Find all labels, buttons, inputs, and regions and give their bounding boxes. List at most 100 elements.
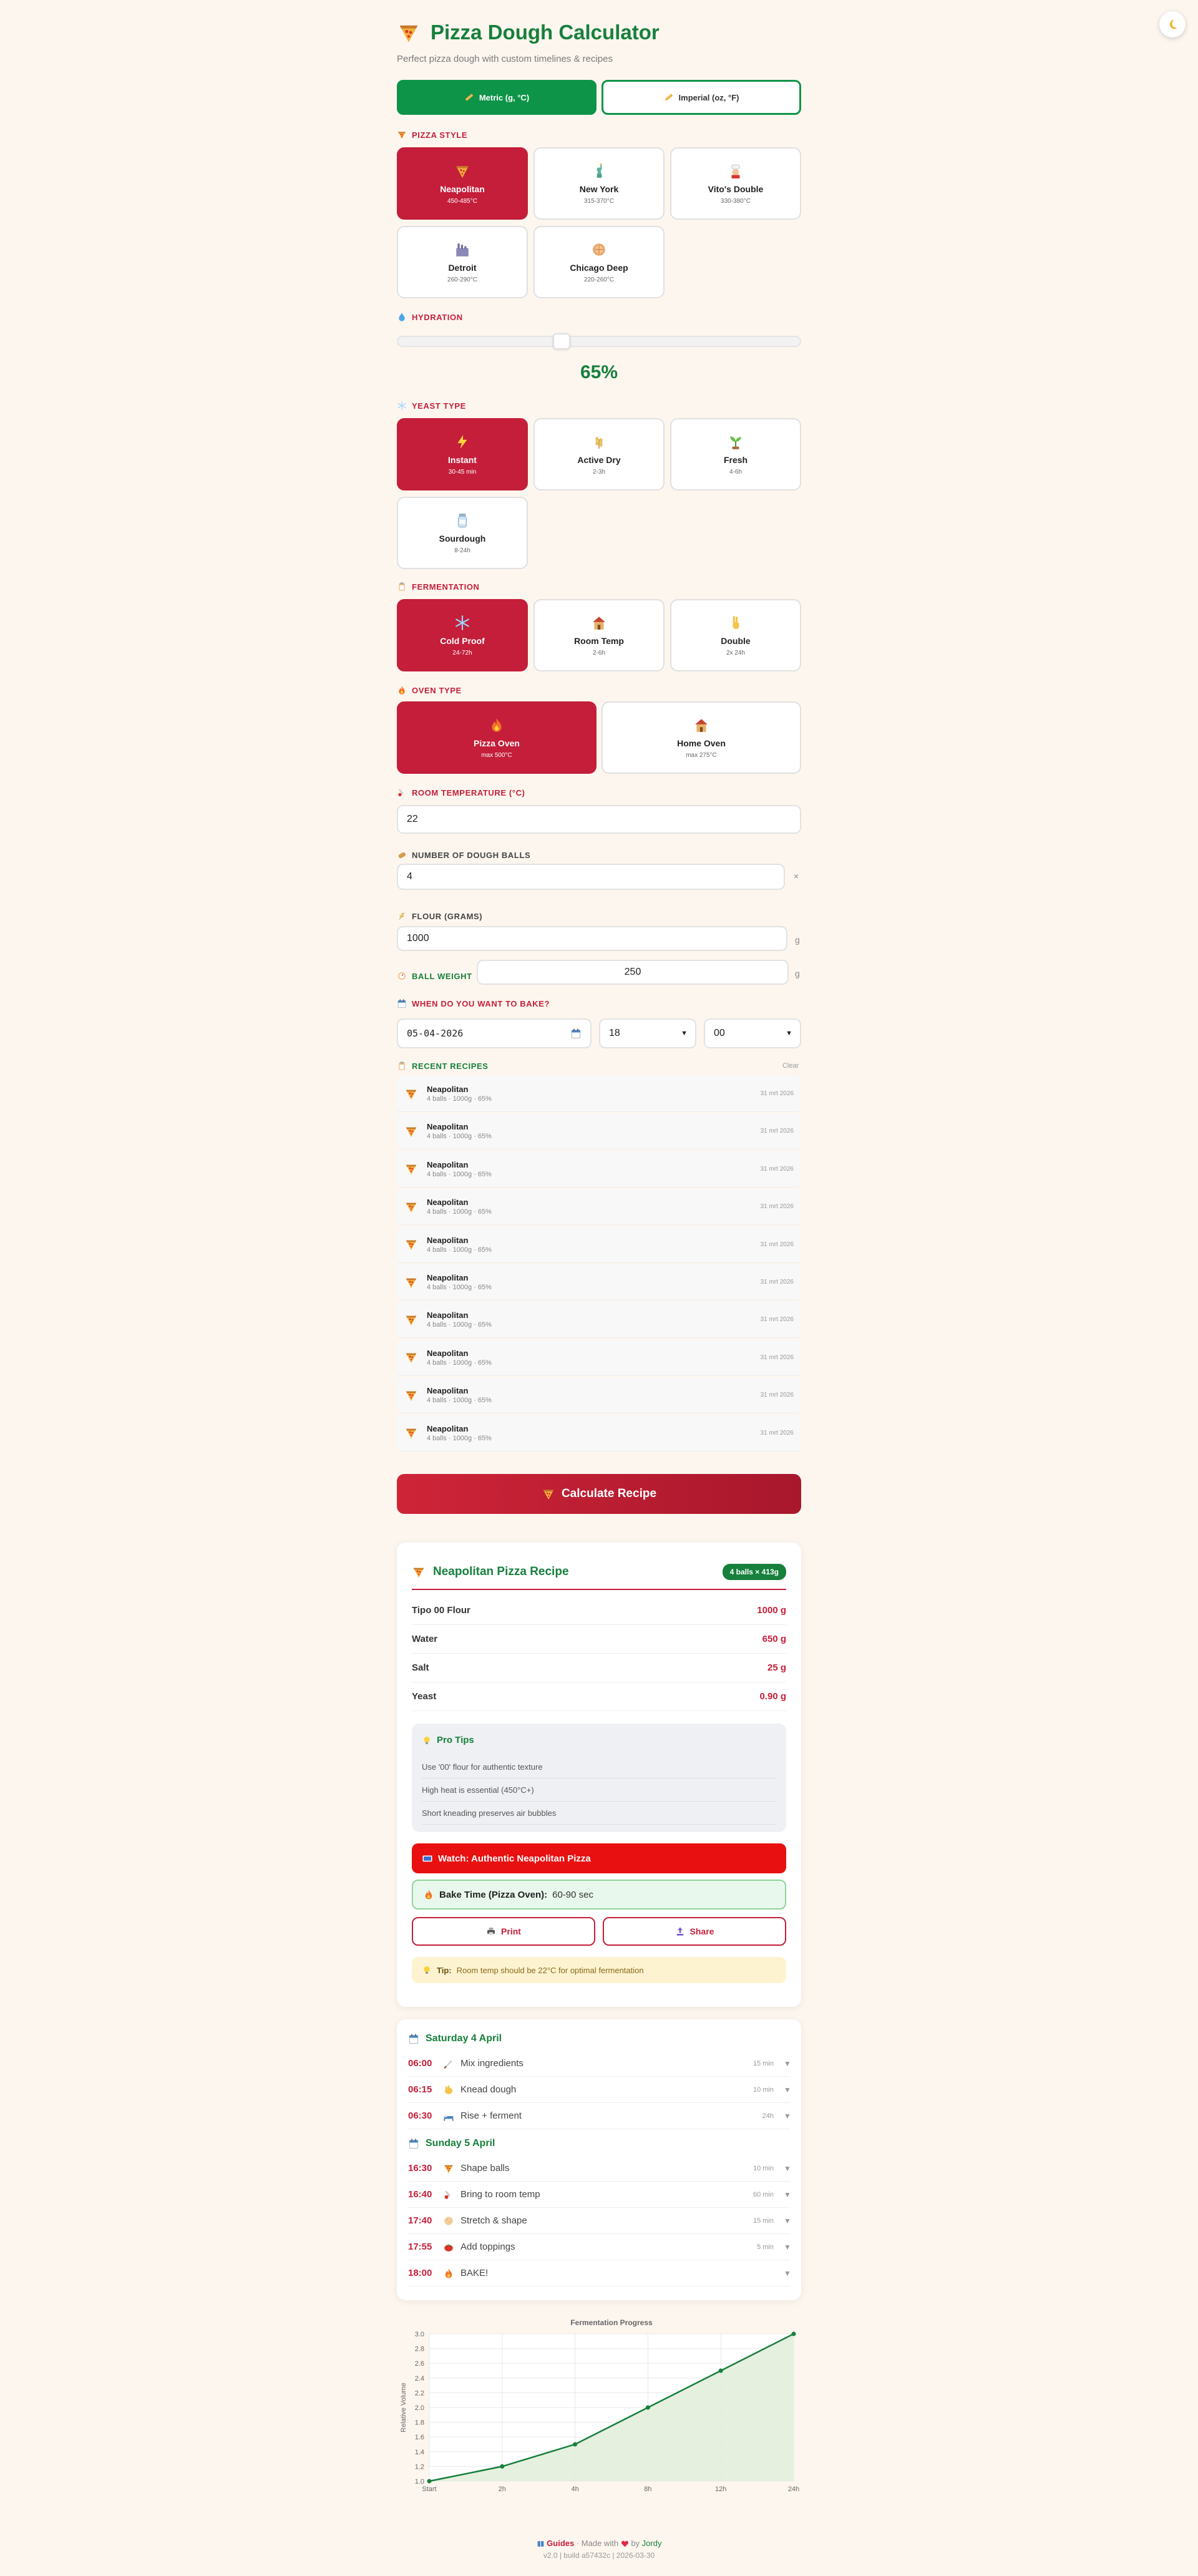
chart-x-tick-label: Start [422,2486,436,2493]
ingredient-amount: 0.90 g [759,1691,786,1702]
step-duration: 24h [762,2112,774,2120]
pizza-style-option-new-york[interactable]: New York 315-370°C [533,147,665,220]
recent-recipe-item[interactable]: Neapolitan 4 balls · 1000g · 65% 31 mrt 20… [397,1339,801,1376]
pizza-icon [404,1087,418,1101]
calculate-button[interactable]: Calculate Recipe [397,1474,801,1514]
chevron-down-icon[interactable]: ▼ [784,2164,791,2173]
print-button[interactable]: Print [412,1917,595,1946]
recent-recipe-meta: 4 balls · 1000g · 65% [427,1208,492,1216]
flour-input[interactable]: 1000 [397,926,787,951]
watch-video-button[interactable]: Watch: Authentic Neapolitan Pizza [412,1843,786,1873]
timeline-step[interactable]: 06:30 Rise + ferment 24h ▼ [408,2103,791,2129]
oven-option-home-oven[interactable]: Home Oven max 275°C [601,701,801,774]
room-temp-input[interactable]: 22 [397,805,801,834]
pro-tip-item: Use '00' flour for authentic texture [422,1756,776,1778]
dough-balls-input[interactable]: 4 [397,864,785,890]
imperial-button[interactable]: Imperial (oz, °F) [601,80,801,115]
chevron-down-icon[interactable]: ▼ [784,2190,791,2199]
chevron-down-icon[interactable]: ▼ [784,2086,791,2094]
oven-option-pizza-oven[interactable]: Pizza Oven max 500°C [397,701,597,774]
share-button[interactable]: Share [603,1917,786,1946]
heart-icon [621,2540,629,2548]
recent-recipe-item[interactable]: Neapolitan 4 balls · 1000g · 65% 31 mrt 20… [397,1076,801,1112]
house-icon [693,717,709,733]
step-label: BAKE! [460,2268,489,2278]
option-name: Neapolitan [440,183,485,194]
yeast-option-instant[interactable]: Instant 30-45 min [397,418,528,490]
recipe-badge: 4 balls × 413g [722,1564,786,1580]
ingredient-name: Tipo 00 Flour [412,1605,470,1616]
pizza-style-option-chicago-deep[interactable]: Chicago Deep 220-260°C [533,226,665,298]
timeline-step[interactable]: 17:40 Stretch & shape 15 min ▼ [408,2208,791,2234]
yeast-option-active-dry[interactable]: Active Dry 2-3h [533,418,665,490]
guides-link[interactable]: Guides [547,2539,574,2548]
step-time: 17:55 [408,2242,432,2252]
recent-recipe-date: 31 mrt 2026 [760,1316,794,1324]
fermentation-option-cold-proof[interactable]: Cold Proof 24-72h [397,599,528,671]
clear-recent-button[interactable]: Clear [782,1062,799,1070]
timeline-step[interactable]: 18:00 BAKE! ▼ [408,2260,791,2286]
clipboard-icon [397,1061,407,1071]
pizza-style-option-neapolitan[interactable]: Neapolitan 450-485°C [397,147,528,220]
recent-recipe-item[interactable]: Neapolitan 4 balls · 1000g · 65% 31 mrt 20… [397,1377,801,1414]
bake-hour-select[interactable]: 18 ▼ [599,1018,696,1048]
author-link[interactable]: Jordy [642,2539,662,2548]
step-label: Add toppings [460,2242,515,2252]
yeast-option-fresh[interactable]: Fresh 4-6h [670,418,801,490]
chevron-down-icon[interactable]: ▼ [784,2059,791,2068]
calendar-icon[interactable] [570,1028,582,1039]
by-text: by [631,2539,640,2548]
hydration-slider-thumb[interactable] [553,333,570,349]
timeline-step[interactable]: 17:55 Add toppings 5 min ▼ [408,2234,791,2260]
hydration-slider[interactable] [397,333,801,349]
bake-date-input[interactable]: 05-04-2026 [397,1018,592,1048]
timeline-step[interactable]: 16:40 Bring to room temp 60 min ▼ [408,2182,791,2208]
clock-icon [397,582,407,592]
chevron-down-icon[interactable]: ▼ [784,2243,791,2252]
yeast-option-sourdough[interactable]: Sourdough 8-24h [397,497,528,569]
timeline-day-header: Saturday 4 April [408,2033,502,2044]
timeline-day-label: Saturday 4 April [426,2033,502,2044]
recent-recipe-item[interactable]: Neapolitan 4 balls · 1000g · 65% 31 mrt 20… [397,1415,801,1451]
pizza-icon [404,1426,418,1440]
recent-recipe-name: Neapolitan [427,1235,469,1245]
chevron-down-icon[interactable]: ▼ [784,2217,791,2225]
bake-minute-select[interactable]: 00 ▼ [704,1018,801,1048]
fermentation-option-room-temp[interactable]: Room Temp 2-6h [533,599,665,671]
dough-icon [443,2215,454,2227]
chart-y-tick-label: 2.0 [415,2404,424,2412]
pizza-style-option-vito-s-double[interactable]: Vito's Double 330-380°C [670,147,801,220]
chevron-down-icon[interactable]: ▼ [784,2269,791,2278]
timeline-step[interactable]: 16:30 Shape balls 10 min ▼ [408,2155,791,2182]
recent-recipe-item[interactable]: Neapolitan 4 balls · 1000g · 65% 31 mrt 20… [397,1189,801,1226]
option-name: Fresh [723,454,748,465]
timeline-step[interactable]: 06:00 Mix ingredients 15 min ▼ [408,2051,791,2077]
chevron-down-icon[interactable]: ▼ [784,2112,791,2120]
recent-recipe-item[interactable]: Neapolitan 4 balls · 1000g · 65% 31 mrt 20… [397,1113,801,1150]
recent-recipe-meta: 4 balls · 1000g · 65% [427,1170,492,1178]
timeline-day-label: Sunday 5 April [426,2138,495,2149]
pizza-style-label: Pizza Style [397,130,467,140]
recent-recipe-item[interactable]: Neapolitan 4 balls · 1000g · 65% 31 mrt 20… [397,1302,801,1339]
chart-y-tick-label: 2.6 [415,2360,424,2368]
fermentation-option-double[interactable]: Double 2x 24h [670,599,801,671]
timeline-step[interactable]: 06:15 Knead dough 10 min ▼ [408,2077,791,2103]
theme-toggle-button[interactable] [1159,11,1186,37]
thermometer-icon [443,2189,454,2200]
metric-button[interactable]: Metric (g, °C) [397,80,597,115]
recent-recipe-item[interactable]: Neapolitan 4 balls · 1000g · 65% 31 mrt 20… [397,1151,801,1188]
ruler-icon [664,92,674,102]
chart-title: Fermentation Progress [570,2318,653,2327]
recent-recipe-name: Neapolitan [427,1198,469,1208]
pizza-style-option-detroit[interactable]: Detroit 260-290°C [397,226,528,298]
recent-recipe-date: 31 mrt 2026 [760,1279,794,1286]
recent-recipe-date: 31 mrt 2026 [760,1203,794,1211]
recent-recipe-meta: 4 balls · 1000g · 65% [427,1434,492,1442]
hydration-label: Hydration [397,312,463,322]
chart-x-tick-label: 2h [499,2486,506,2493]
ball-weight-input[interactable]: 250 [477,960,789,985]
recent-recipe-item[interactable]: Neapolitan 4 balls · 1000g · 65% 31 mrt 20… [397,1226,801,1263]
calendar-icon [397,998,407,1008]
recent-recipe-date: 31 mrt 2026 [760,1241,794,1248]
recent-recipe-item[interactable]: Neapolitan 4 balls · 1000g · 65% 31 mrt 20… [397,1264,801,1300]
